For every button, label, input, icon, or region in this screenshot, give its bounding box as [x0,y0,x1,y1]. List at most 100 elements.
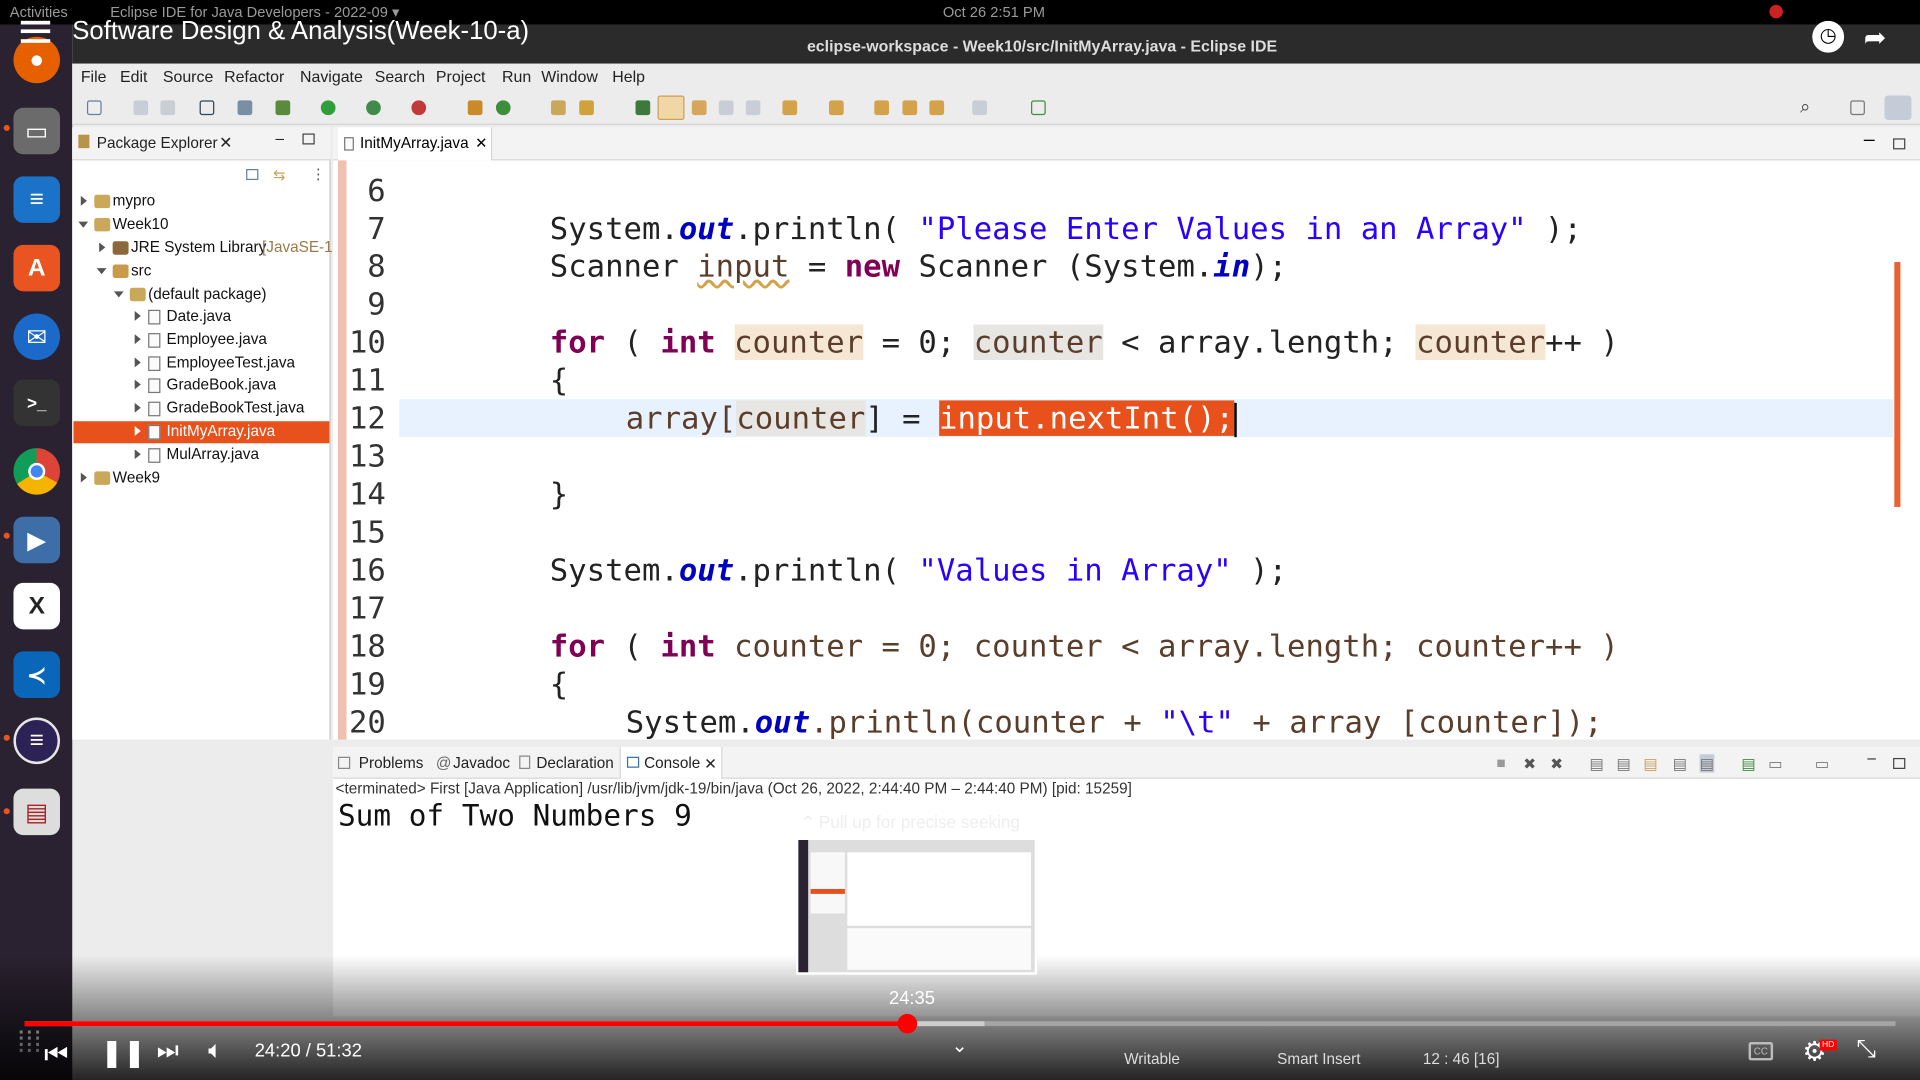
menu-search[interactable]: Search [375,67,425,85]
tab-console[interactable]: Console ✕ [619,746,723,779]
forward-edit-icon[interactable] [902,100,918,116]
video-title[interactable]: Software Design & Analysis(Week-10-a) [72,17,529,46]
close-icon[interactable]: ✕ [475,135,487,152]
open-console-icon[interactable]: ▭ [1768,754,1782,773]
played-bar [24,1021,908,1027]
eclipse-icon[interactable]: ≡ [13,717,61,765]
menu-window[interactable]: Window [541,67,598,85]
exit-fullscreen-icon[interactable]: ⤡ [1856,1036,1876,1064]
open-type-icon[interactable] [551,100,566,116]
menu-file[interactable]: File [81,67,107,85]
java-perspective-icon[interactable] [1884,95,1912,121]
activities-button[interactable]: Activities [10,4,68,21]
terminate-icon[interactable]: ■ [1496,754,1505,771]
console-icon [626,756,640,768]
menu-project[interactable]: Project [436,67,486,85]
document-viewer-icon[interactable]: ▤ [13,788,61,836]
captions-icon[interactable]: CC [1748,1042,1774,1061]
package-explorer-tab[interactable]: Package Explorer ✕ – [72,127,331,161]
search-toolbar-icon[interactable] [579,100,594,116]
mark-occurrences-icon[interactable] [657,95,685,121]
volume-icon[interactable]: 🔈︎ [208,1037,223,1065]
minimize-icon[interactable]: – [1864,130,1875,152]
coverage-icon[interactable] [366,100,381,116]
terminal-toolbar-icon[interactable] [199,100,215,116]
menu-source[interactable]: Source [163,67,213,85]
previous-edit-icon[interactable] [828,100,844,116]
video-menu-icon[interactable] [20,20,51,43]
menu-edit[interactable]: Edit [120,67,147,85]
run-icon[interactable] [320,100,336,116]
hd-badge: HD [1819,1039,1837,1051]
previous-icon[interactable]: ⏮ [44,1038,68,1070]
last-edit-icon[interactable] [874,100,889,116]
pin-editor-icon[interactable] [1031,100,1046,116]
terminal-icon[interactable]: >_ [13,379,61,427]
new-console-icon[interactable]: ▭ [1815,754,1829,773]
view-menu-icon[interactable]: ⋮ [311,165,326,182]
chrome-icon[interactable] [13,448,61,495]
menu-refactor[interactable]: Refactor [224,67,284,85]
tab-declaration[interactable]: Declaration [536,754,613,771]
pin-console-icon[interactable]: ▤ [1699,754,1715,773]
editor-tab-initmyarray[interactable]: InitMyArray.java ✕ [337,127,493,161]
vscode-icon[interactable]: ≺ [13,651,61,698]
tab-javadoc[interactable]: Javadoc [453,754,510,771]
writer-icon[interactable]: ≡ [13,176,61,223]
menu-help[interactable]: Help [612,67,645,85]
maximize-icon[interactable] [1893,138,1906,150]
save-icon[interactable] [133,100,149,116]
display-console-icon[interactable]: ▤ [1741,754,1755,773]
scrollbar-thumb[interactable] [1894,262,1901,507]
block-selection-icon[interactable] [718,100,734,116]
software-center-icon[interactable]: A [13,244,61,292]
tab-problems[interactable]: Problems [359,754,424,771]
menu-navigate[interactable]: Navigate [300,67,363,85]
next-edit-icon[interactable] [782,100,798,116]
scroll-lock-icon[interactable]: ▤ [1589,754,1603,773]
show-on-stderr-icon[interactable]: ▤ [1673,754,1687,773]
clock[interactable]: Oct 26 2:51 PM [943,4,1045,21]
search-icon[interactable]: ⌕ [1800,97,1810,118]
menu-bar: File Edit Source Refactor Navigate Searc… [72,63,1920,91]
xournal-icon[interactable]: X [13,582,61,630]
remove-all-icon[interactable]: ✖ [1550,754,1563,773]
collapse-all-icon[interactable] [246,168,259,181]
menu-run[interactable]: Run [502,67,531,85]
firefox-icon[interactable]: ● [13,36,61,84]
back-icon[interactable] [929,100,945,116]
close-icon[interactable]: ✕ [704,754,717,773]
console-output[interactable]: Sum of Two Numbers 9 [338,798,692,832]
forward-icon[interactable] [972,100,987,116]
link-editor-icon[interactable]: ⇆ [273,167,285,184]
running-indicator [3,532,10,539]
next-icon[interactable]: ⏭ [157,1037,179,1065]
share-icon[interactable]: ➦ [1864,22,1887,54]
screen-recorder-icon[interactable]: ▶ [13,516,61,564]
debug-icon[interactable] [275,100,291,116]
external-tools-icon[interactable] [411,100,427,116]
next-annotation-icon[interactable] [635,100,651,116]
save-all-icon[interactable] [160,100,176,116]
chevron-down-icon[interactable]: ⌄ [951,1033,967,1057]
maximize-icon[interactable] [1893,757,1906,769]
thunderbird-icon[interactable]: ✉ [13,313,61,361]
minimize-icon[interactable]: – [1867,749,1876,766]
watch-later-icon[interactable]: ◷ [1812,20,1845,53]
word-wrap-console-icon[interactable]: ▤ [1616,754,1630,773]
new-java-project-icon[interactable] [467,100,483,116]
minimize-icon[interactable]: – [276,130,285,147]
pause-icon[interactable]: ❚❚ [100,1037,145,1069]
show-on-stdout-icon[interactable]: ▤ [1643,754,1657,773]
word-wrap-icon[interactable] [691,100,707,116]
maximize-icon[interactable] [302,133,315,145]
open-perspective-icon[interactable] [1850,100,1865,116]
files-icon[interactable]: ▭ [13,107,61,155]
new-icon[interactable] [86,100,102,116]
selected-text[interactable]: input.nextInt(); [939,400,1234,436]
close-icon[interactable]: ✕ [219,133,232,153]
skip-breakpoints-icon[interactable] [237,100,253,116]
show-whitespace-icon[interactable] [745,100,761,116]
new-class-icon[interactable] [495,100,511,116]
remove-launch-icon[interactable]: ✖ [1523,754,1536,773]
